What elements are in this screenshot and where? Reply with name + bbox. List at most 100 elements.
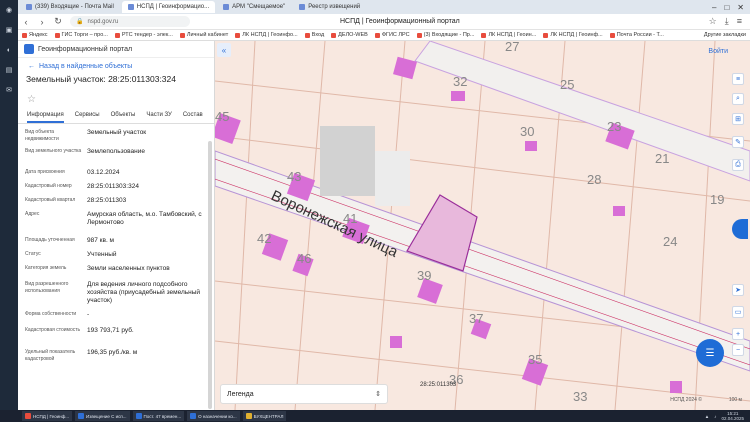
property-row: Площадь уточненная 987 кв. м (25, 237, 115, 244)
chat-icon[interactable]: ☰ (696, 339, 724, 367)
close-icon[interactable]: ✕ (737, 3, 744, 12)
bookmark-item[interactable]: Почта России - Т... (609, 32, 664, 38)
tab-parts[interactable]: Части ЗУ (146, 110, 171, 123)
taskbar-item[interactable]: Извещение С исп... (75, 411, 130, 421)
browser-tab-0[interactable]: (339) Входящие - Почта Mail (20, 1, 120, 13)
other-bookmarks[interactable]: Другие закладки (704, 32, 750, 38)
taskbar-item[interactable]: Пост. 47 времен... (132, 411, 185, 421)
house-number: 37 (469, 311, 483, 326)
sidebar-icon-1[interactable]: ▣ (0, 20, 18, 40)
tab-objects[interactable]: Объекты (111, 110, 136, 123)
property-row: Кадастровый номер 28:25:011303:324 (25, 183, 139, 190)
zoom-out-icon[interactable]: − (732, 344, 744, 356)
sidebar-icon-3[interactable]: ▤ (0, 60, 18, 80)
map-view[interactable]: 27 32 25 30 23 21 28 19 43 41 42 46 24 39 37 35 36 33 45 Во… (215, 41, 750, 410)
legend-dropdown[interactable]: Легенда ⇕ (220, 384, 388, 404)
maximize-icon[interactable]: □ (724, 3, 729, 12)
property-row: Вид объекта недвижимости Земельный участо… (25, 129, 147, 142)
bookmark-item[interactable]: ЛК НСПД | Геоинфо... (235, 32, 298, 38)
bookmark-item[interactable]: ФГИС ЛРС (374, 32, 410, 38)
screen-icon[interactable]: ▭ (732, 306, 744, 318)
house-number: 43 (287, 169, 301, 184)
portal-logo-icon (24, 44, 34, 54)
support-icon[interactable] (732, 219, 748, 239)
bookmark-item[interactable]: Яндекс (22, 32, 48, 38)
zoom-in-icon[interactable]: + (732, 328, 744, 340)
address-bar: ‹ › ↻ 🔒 nspd.gov.ru НСПД | Геоинформацион… (18, 14, 750, 30)
property-row: Удельный показатель кадастровой 196,35 ру… (25, 349, 138, 362)
house-number: 35 (528, 352, 542, 367)
taskbar-item[interactable]: О назначении ко... (187, 411, 240, 421)
reload-icon[interactable]: ↻ (50, 16, 66, 27)
back-to-results-link[interactable]: ← Назад в найденные объекты (18, 58, 214, 74)
tab-information[interactable]: Информация (27, 110, 64, 123)
word-app-icon (190, 413, 197, 419)
favorite-star-icon[interactable]: ☆ (18, 88, 214, 110)
print-icon[interactable]: ⎙ (732, 159, 744, 171)
browser-tab-3[interactable]: Реестр извещений (293, 1, 366, 13)
sidebar-icon-2[interactable]: ◐ (0, 40, 18, 60)
bookmark-favicon (114, 32, 120, 38)
download-icon[interactable]: ⤓ (725, 16, 729, 27)
bookmark-item[interactable]: ГИС Торги – про... (54, 32, 108, 38)
bookmark-item[interactable]: ЛК НСПД | Геоинф... (543, 32, 603, 38)
clock[interactable]: 15:21 02.04.2025 (721, 411, 744, 421)
bookmark-item[interactable]: РТС тендер - элек... (114, 32, 173, 38)
network-icon[interactable]: ▲ (705, 414, 709, 419)
back-icon[interactable]: ‹ (18, 17, 34, 27)
bookmark-favicon (481, 32, 487, 38)
panel-scrollbar[interactable] (208, 141, 212, 409)
property-row: Дата присвоения 03.12.2024 (25, 169, 120, 176)
menu-icon[interactable]: ≡ (737, 16, 742, 27)
measure-icon[interactable]: ⊞ (732, 113, 744, 125)
collapse-panel-icon[interactable]: « (217, 43, 231, 57)
tab-favicon (299, 4, 306, 10)
sign-in-link[interactable]: Войти (708, 48, 728, 55)
geolocation-icon[interactable]: ➤ (732, 284, 744, 296)
window-controls: – □ ✕ (712, 3, 750, 12)
map-canvas: 2732 2530 232128194341424624393735363345Во… (215, 41, 750, 410)
volume-icon[interactable]: ♪ (714, 414, 716, 419)
bookmark-favicon (416, 32, 422, 38)
bookmarks-bar: Яндекс ГИС Торги – про... РТС тендер - э… (18, 30, 750, 41)
profile-icon[interactable]: ◉ (0, 0, 18, 20)
sidebar-icon-4[interactable]: ✉ (0, 80, 18, 100)
bookmark-favicon (179, 32, 185, 38)
word-app-icon (78, 413, 85, 419)
parcel-lines (215, 41, 750, 410)
tab-services[interactable]: Сервисы (75, 110, 100, 123)
house-number: 33 (573, 389, 587, 404)
property-row: Кадастровый квартал 28:25:011303 (25, 197, 127, 204)
url-field[interactable]: 🔒 nspd.gov.ru (70, 16, 190, 27)
chevron-updown-icon: ⇕ (375, 391, 381, 398)
house-number: 45 (215, 109, 229, 124)
bookmark-favicon (543, 32, 549, 38)
scale-label: 100 м (728, 397, 742, 403)
bookmark-favicon (304, 32, 310, 38)
house-number: 39 (417, 268, 431, 283)
minimize-icon[interactable]: – (712, 3, 716, 12)
bookmark-item[interactable]: Вход (304, 32, 324, 38)
bookmark-item[interactable]: ЛК НСПД | Геоин... (481, 32, 536, 38)
property-row: Вид разрешенного использования Для ведени… (25, 281, 201, 304)
browser-tab-1[interactable]: НСПД | Геоинформацио... (121, 1, 216, 13)
taskbar-item[interactable]: БУХЦЕНТРАЛ (242, 411, 287, 421)
search-map-icon[interactable]: ⌕ (732, 93, 744, 105)
draw-icon[interactable]: ✎ (732, 136, 744, 148)
object-tabs: Информация Сервисы Объекты Части ЗУ Сост… (18, 110, 214, 124)
bookmark-favicon (609, 32, 615, 38)
bookmark-item[interactable]: Личный кабинет (179, 32, 228, 38)
bookmark-icon[interactable]: ☆ (709, 16, 717, 27)
layers-icon[interactable]: ≡ (732, 73, 744, 85)
house-number: 21 (655, 151, 669, 166)
tab-composition[interactable]: Состав (183, 110, 203, 123)
map-brand: НСПД 2024 © (670, 397, 702, 403)
property-row: Кадастровая стоимость 193 793,71 руб. (25, 327, 134, 334)
northern-road (414, 41, 750, 182)
bookmark-item[interactable]: ДЕЛО-WEB (331, 32, 368, 38)
taskbar-item[interactable]: НСПД | Геоинф... (22, 411, 73, 421)
browser-tab-2[interactable]: АРМ "Смещаемое" (217, 1, 291, 13)
bookmark-item[interactable]: (3) Входящие - Пр... (416, 32, 474, 38)
bookmark-favicon (22, 32, 27, 38)
forward-icon[interactable]: › (34, 17, 50, 27)
